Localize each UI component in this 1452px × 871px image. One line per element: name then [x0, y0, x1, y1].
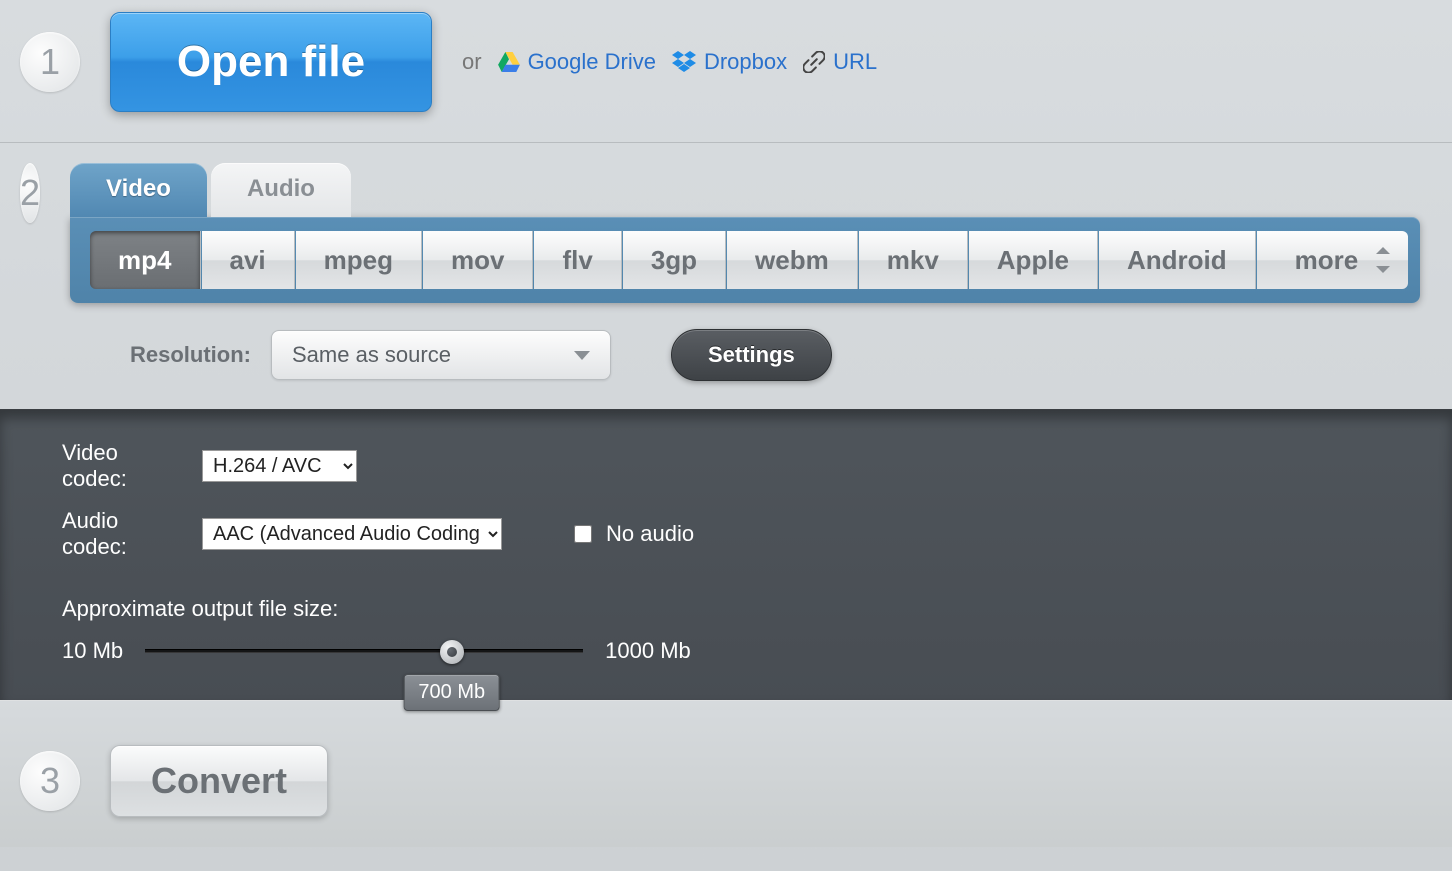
format-flv[interactable]: flv — [534, 231, 621, 289]
dropbox-label: Dropbox — [704, 49, 787, 75]
settings-button[interactable]: Settings — [671, 329, 832, 381]
step-2-badge: 2 — [20, 163, 40, 223]
url-label: URL — [833, 49, 877, 75]
step-3-badge: 3 — [20, 751, 80, 811]
resolution-value: Same as source — [292, 342, 451, 368]
size-max-label: 1000 Mb — [605, 638, 691, 664]
format-android[interactable]: Android — [1099, 231, 1256, 289]
no-audio-label: No audio — [606, 521, 694, 547]
audio-codec-label: Audio codec: — [62, 508, 186, 560]
step-1-badge: 1 — [20, 32, 80, 92]
format-type-tabs: Video Audio — [70, 163, 1420, 217]
chevron-down-icon — [574, 351, 590, 360]
format-apple[interactable]: Apple — [969, 231, 1098, 289]
format-mpeg[interactable]: mpeg — [296, 231, 422, 289]
tab-audio[interactable]: Audio — [211, 163, 351, 217]
format-3gp[interactable]: 3gp — [623, 231, 726, 289]
size-slider-handle[interactable] — [440, 640, 464, 664]
no-audio-checkbox[interactable] — [574, 525, 592, 543]
video-codec-select[interactable]: H.264 / AVC — [202, 450, 357, 482]
no-audio-option[interactable]: No audio — [574, 521, 694, 547]
format-avi[interactable]: avi — [202, 231, 295, 289]
size-min-label: 10 Mb — [62, 638, 123, 664]
format-more[interactable]: more — [1257, 231, 1409, 289]
format-webm[interactable]: webm — [727, 231, 858, 289]
tab-video[interactable]: Video — [70, 163, 207, 217]
size-slider[interactable]: 700 Mb — [145, 649, 583, 653]
resolution-select[interactable]: Same as source — [271, 330, 611, 380]
audio-codec-select[interactable]: AAC (Advanced Audio Coding) — [202, 518, 502, 550]
url-link[interactable]: URL — [803, 49, 877, 75]
step-3-section: 3 Convert — [0, 700, 1452, 847]
resolution-row: Resolution: Same as source Settings — [0, 303, 1452, 409]
resolution-label: Resolution: — [130, 342, 251, 368]
google-drive-label: Google Drive — [528, 49, 656, 75]
step-2-section: 2 Video Audio mp4 avi mpeg mov flv 3gp w… — [0, 142, 1452, 303]
format-mov[interactable]: mov — [423, 231, 533, 289]
dropbox-icon — [672, 51, 696, 73]
video-codec-label: Video codec: — [62, 440, 186, 492]
settings-panel: Video codec: H.264 / AVC Audio codec: AA… — [0, 409, 1452, 700]
or-label: or — [462, 49, 482, 75]
convert-button[interactable]: Convert — [110, 745, 328, 817]
google-drive-icon — [498, 52, 520, 72]
format-mp4[interactable]: mp4 — [90, 231, 200, 289]
source-options: or Google Drive Dropbox URL — [462, 49, 877, 75]
dropbox-link[interactable]: Dropbox — [672, 49, 787, 75]
link-icon — [803, 51, 825, 73]
size-value-badge: 700 Mb — [403, 674, 500, 711]
google-drive-link[interactable]: Google Drive — [498, 49, 656, 75]
open-file-button[interactable]: Open file — [110, 12, 432, 112]
format-panel: mp4 avi mpeg mov flv 3gp webm mkv Apple … — [70, 217, 1420, 303]
output-size-label: Approximate output file size: — [62, 596, 1452, 622]
step-1-section: 1 Open file or Google Drive Dropbox — [0, 0, 1452, 142]
format-mkv[interactable]: mkv — [859, 231, 968, 289]
